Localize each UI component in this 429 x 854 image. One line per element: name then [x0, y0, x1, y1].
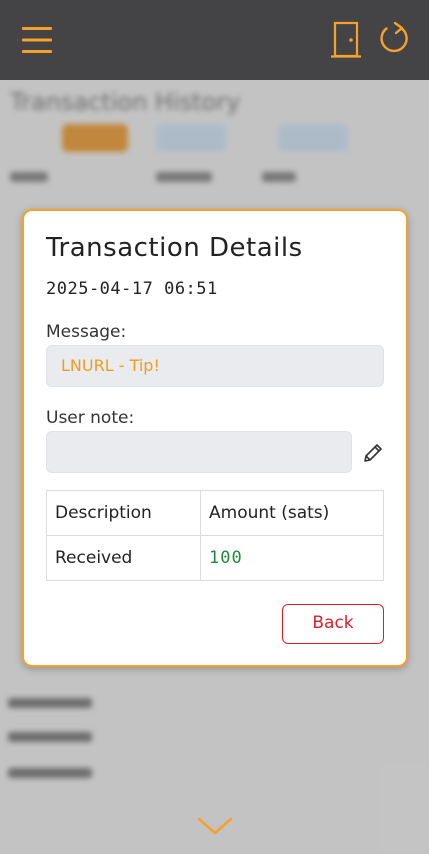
door-icon[interactable] [330, 20, 362, 60]
row-amount: 100 [200, 535, 384, 581]
column-header-amount: Amount (sats) [200, 490, 384, 536]
transaction-table: Description Amount (sats) Received 100 [46, 490, 384, 581]
pencil-icon[interactable] [361, 441, 385, 465]
modal-title: Transaction Details [46, 233, 303, 263]
message-field: LNURL - Tip! [46, 345, 384, 387]
message-label: Message: [46, 322, 127, 342]
column-header-description: Description [46, 490, 201, 536]
user-note-label: User note: [46, 408, 135, 428]
table-row: Received 100 [46, 535, 384, 581]
table-header-row: Description Amount (sats) [46, 490, 384, 536]
chevron-down-icon[interactable] [196, 815, 234, 837]
user-note-input[interactable] [46, 431, 352, 473]
hamburger-menu-icon[interactable] [22, 26, 52, 54]
top-bar [0, 0, 429, 80]
transaction-details-modal: Transaction Details 2025-04-17 06:51 Mes… [22, 209, 408, 667]
transaction-datetime: 2025-04-17 06:51 [46, 279, 218, 299]
back-button[interactable]: Back [282, 604, 384, 644]
refresh-icon[interactable] [377, 20, 411, 56]
row-description: Received [46, 535, 201, 581]
